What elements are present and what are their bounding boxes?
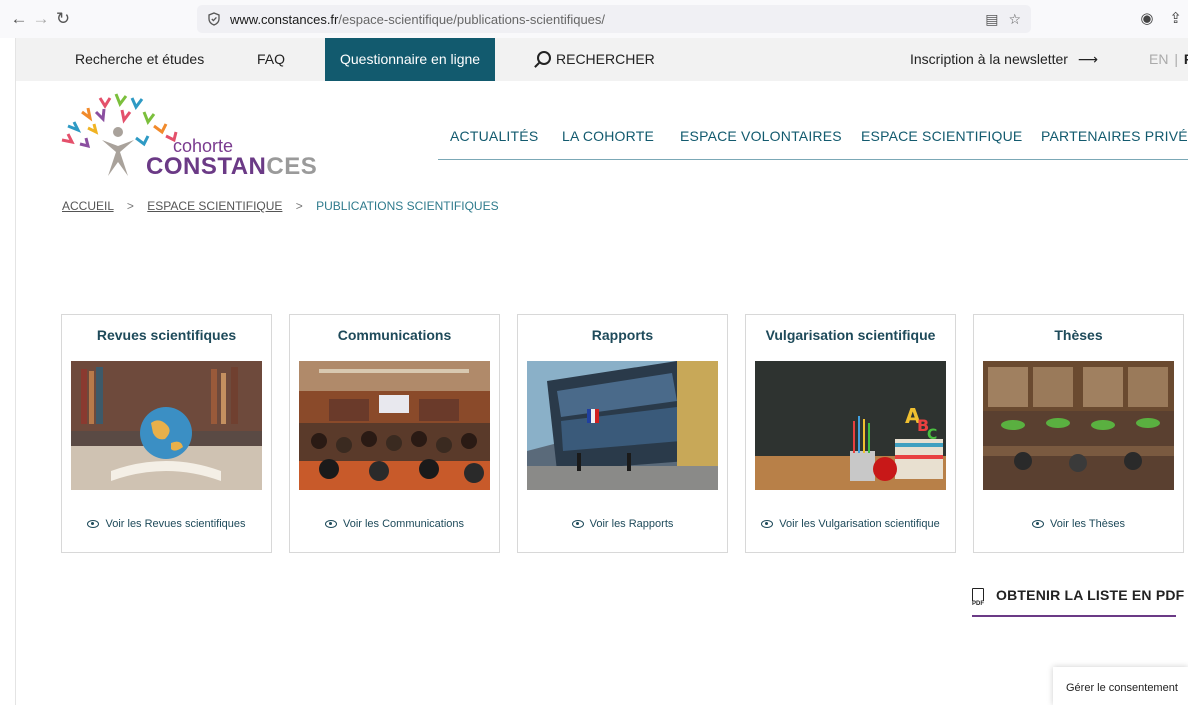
breadcrumb-espace-scientifique[interactable]: ESPACE SCIENTIFIQUE	[147, 199, 282, 213]
research-link[interactable]: Recherche et études	[75, 38, 204, 81]
url-domain: www.constances.fr	[230, 11, 339, 27]
card-link-label: Voir les Thèses	[1049, 518, 1125, 530]
pdf-download-label: OBTENIR LA LISTE EN PDF	[996, 587, 1185, 603]
pdf-download-link[interactable]: PDF OBTENIR LA LISTE EN PDF	[972, 587, 1184, 617]
card-link[interactable]: Voir les Revues scientifiques	[62, 518, 271, 530]
eye-icon	[1031, 520, 1044, 529]
site-logo[interactable]: cohorte CONSTANCES	[58, 92, 317, 182]
lang-fr-link[interactable]: FR	[1184, 51, 1188, 67]
card-title: Rapports	[591, 327, 654, 343]
card-title: Revues scientifiques	[96, 327, 237, 343]
eye-icon	[761, 520, 774, 529]
card-image-globe-books	[71, 361, 262, 490]
browser-toolbar: ← → ↻ www.constances.fr /espace-scientif…	[0, 0, 1188, 38]
logo-text-ces: CES	[266, 153, 318, 180]
url-path: /espace-scientifique/publications-scient…	[338, 11, 606, 27]
card-link[interactable]: Voir les Vulgarisation scientifique	[746, 518, 955, 530]
newsletter-link[interactable]: Inscription à la newsletter ⟶	[910, 38, 1098, 81]
eye-icon	[324, 520, 337, 529]
card-link-label: Voir les Vulgarisation scientifique	[779, 518, 940, 530]
card-vulgarisation-scientifique[interactable]: Vulgarisation scientifique A B C Voir le…	[745, 314, 956, 553]
lang-separator: |	[1174, 51, 1178, 67]
address-bar[interactable]: www.constances.fr /espace-scientifique/p…	[197, 5, 1031, 33]
card-link[interactable]: Voir les Thèses	[974, 518, 1183, 530]
eye-icon	[87, 520, 100, 529]
search-button[interactable]: RECHERCHER	[537, 38, 655, 81]
arrow-right-icon: ⟶	[1077, 51, 1098, 67]
reader-mode-icon[interactable]: ▤	[985, 11, 998, 28]
main-navigation: ACTUALITÉS LA COHORTE ESPACE VOLONTAIRES…	[438, 128, 1188, 160]
breadcrumb-separator: >	[126, 199, 134, 213]
reload-icon[interactable]: ↻	[50, 6, 76, 32]
card-communications[interactable]: Communications Voir les Communications	[289, 314, 500, 553]
card-rapports[interactable]: Rapports Voir les Rapports	[517, 314, 728, 553]
faq-link[interactable]: FAQ	[257, 38, 285, 81]
pdf-icon-text: PDF	[972, 601, 984, 607]
card-image-conference-hall	[299, 361, 490, 490]
card-image-chalkboard-apple: A B C	[755, 361, 946, 490]
breadcrumb-separator: >	[295, 199, 303, 213]
utility-bar: Recherche et études FAQ Questionnaire en…	[16, 38, 1188, 81]
newsletter-label: Inscription à la newsletter	[910, 51, 1068, 67]
breadcrumb: ACCUEIL > ESPACE SCIENTIFIQUE > PUBLICAT…	[62, 199, 499, 213]
bookmark-star-icon[interactable]: ☆	[1008, 11, 1021, 28]
share-icon[interactable]: ⇪	[1169, 9, 1182, 27]
card-image-library-reading-room	[983, 361, 1174, 490]
pdf-file-icon: PDF	[972, 588, 984, 607]
card-link[interactable]: Voir les Rapports	[518, 518, 727, 530]
search-icon	[537, 51, 551, 65]
card-title: Communications	[337, 327, 452, 343]
card-theses[interactable]: Thèses Voir les Thèses	[973, 314, 1184, 553]
card-link-label: Voir les Revues scientifiques	[105, 518, 246, 530]
breadcrumb-current: PUBLICATIONS SCIENTIFIQUES	[316, 199, 499, 213]
consent-manager-button[interactable]: Gérer le consentement	[1053, 667, 1188, 705]
breadcrumb-home[interactable]: ACCUEIL	[62, 199, 114, 213]
nav-la-cohorte[interactable]: LA COHORTE	[562, 128, 654, 144]
logo-text-constances: CONSTANCES	[146, 153, 317, 181]
page-left-border	[15, 38, 16, 705]
card-link[interactable]: Voir les Communications	[290, 518, 499, 530]
nav-partenaires-prives[interactable]: PARTENAIRES PRIVÉS	[1041, 128, 1188, 144]
nav-actualites[interactable]: ACTUALITÉS	[450, 128, 538, 144]
card-link-label: Voir les Rapports	[589, 518, 674, 530]
shield-icon	[208, 12, 220, 26]
card-image-ministry-building	[527, 361, 718, 490]
logo-text-constan: CONSTAN	[146, 153, 267, 180]
search-label: RECHERCHER	[556, 51, 655, 67]
lang-en-link[interactable]: EN	[1149, 51, 1168, 67]
language-switcher: EN | FR	[1149, 38, 1188, 81]
card-link-label: Voir les Communications	[342, 518, 465, 530]
nav-espace-scientifique[interactable]: ESPACE SCIENTIFIQUE	[861, 128, 1022, 144]
nav-espace-volontaires[interactable]: ESPACE VOLONTAIRES	[680, 128, 842, 144]
card-revues-scientifiques[interactable]: Revues scientifiques Voir les Revues sci…	[61, 314, 272, 553]
account-icon[interactable]: ◉	[1140, 9, 1153, 27]
card-title: Vulgarisation scientifique	[765, 327, 936, 343]
eye-icon	[571, 520, 584, 529]
questionnaire-button[interactable]: Questionnaire en ligne	[325, 38, 496, 81]
card-title: Thèses	[1054, 327, 1103, 343]
